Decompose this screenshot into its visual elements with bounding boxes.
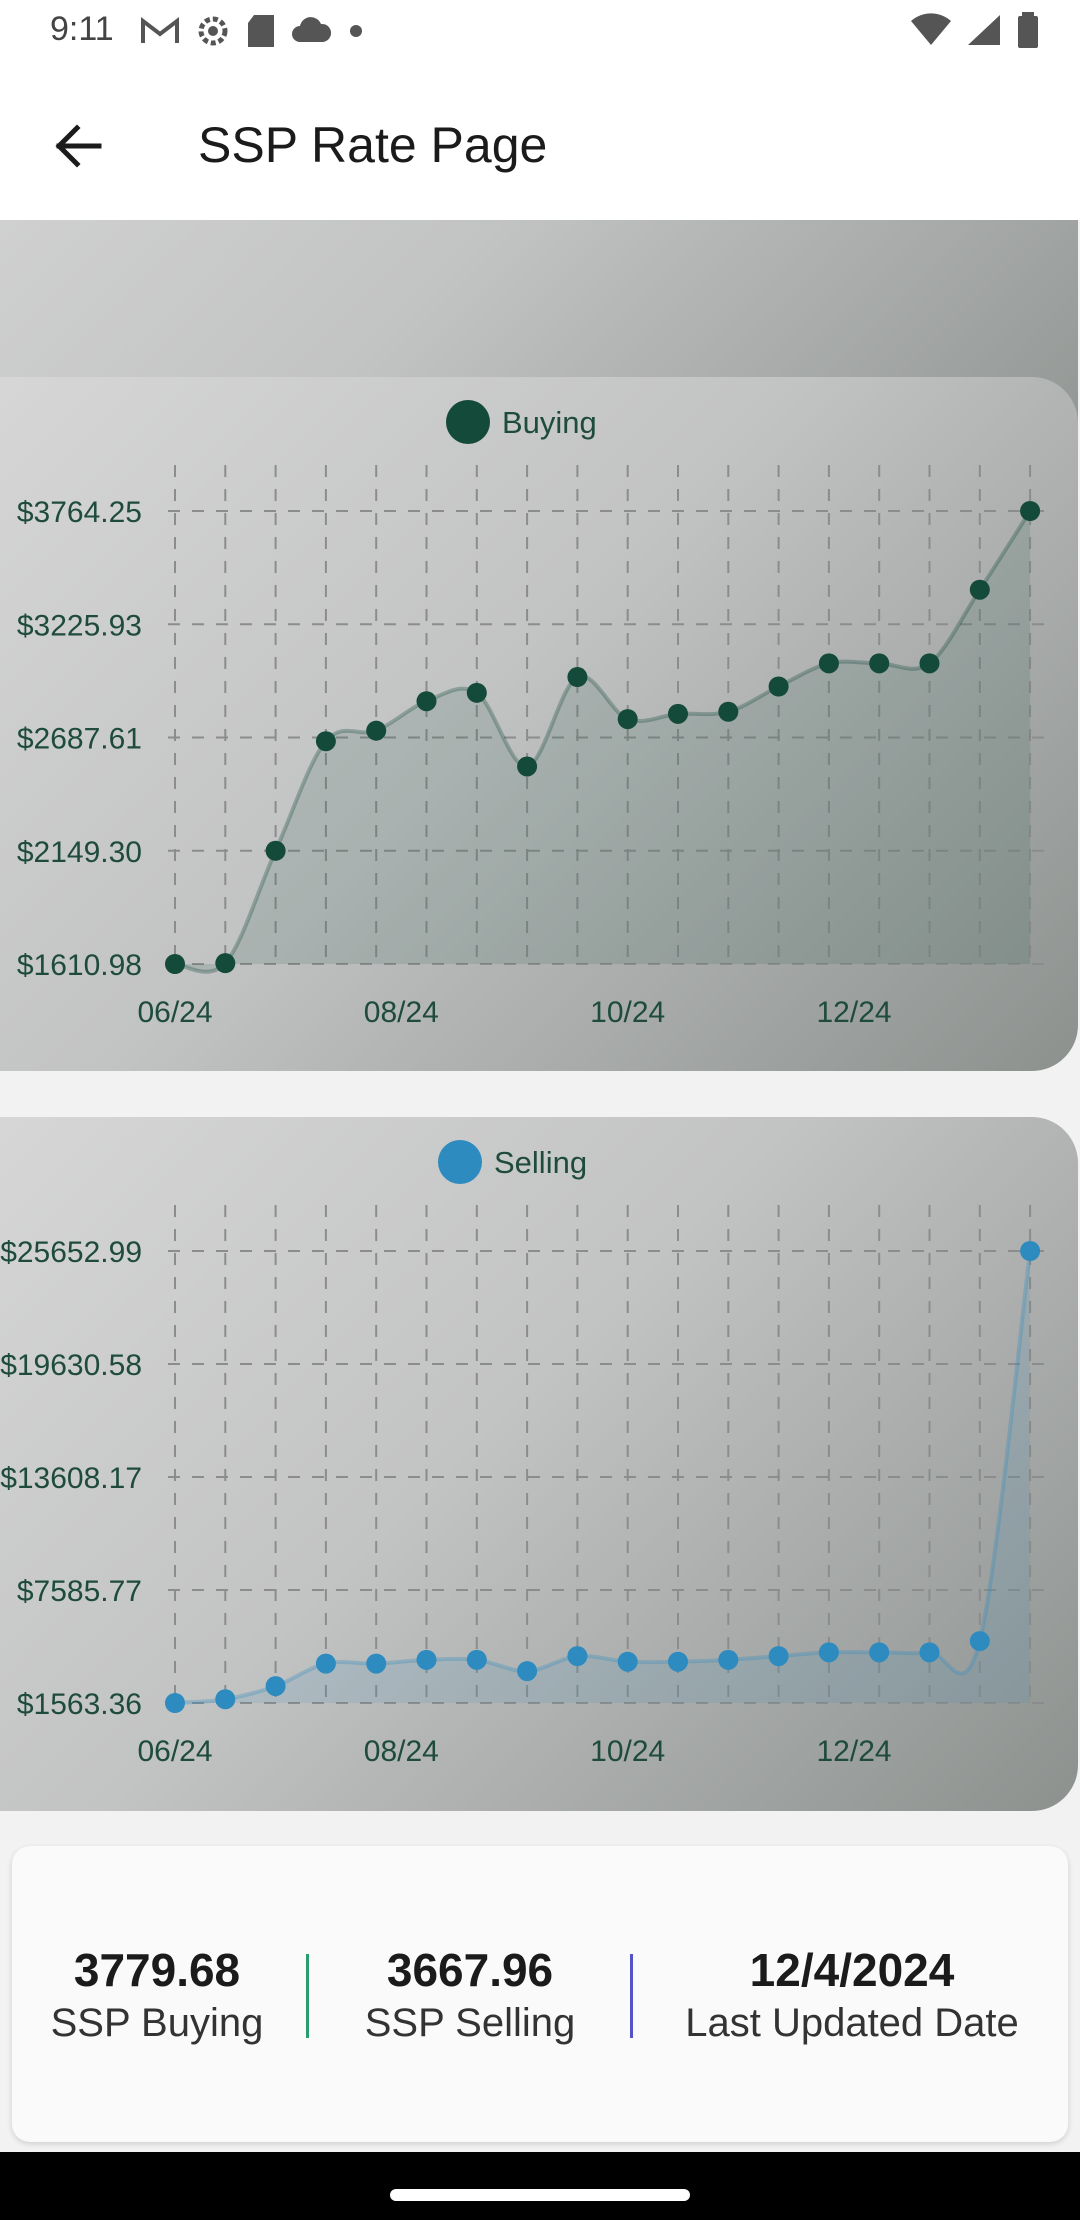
y-tick-label: $1563.36 (17, 1688, 142, 1721)
selling-chart: $1563.36 $7585.77 $13608.17 $19630.58 $25652… (0, 1140, 1055, 1768)
y-tick-label: $2687.61 (17, 723, 142, 756)
x-tick-label: 12/24 (817, 996, 892, 1029)
buying-chart: $1610.98 $2149.30 $2687.61 $3225.93 $3764.25… (17, 400, 1055, 1029)
app-bar: SSP Rate Page (0, 64, 1080, 220)
data-point (265, 1676, 286, 1697)
data-point (1020, 501, 1041, 521)
x-tick-label: 06/24 (137, 996, 212, 1029)
data-point (718, 1649, 739, 1670)
y-tick-label: $3764.25 (17, 496, 142, 529)
y-tick-label: $3225.93 (17, 609, 142, 642)
data-point (366, 1653, 387, 1674)
x-tick-label: 12/24 (817, 1735, 892, 1768)
system-nav-bar (0, 2152, 1080, 2220)
data-point (818, 1642, 839, 1663)
selling-chart-card: $1563.36 $7585.77 $13608.17 $19630.58 $25652… (0, 1117, 1078, 1811)
x-tick-label: 08/24 (364, 996, 439, 1029)
status-time: 9:11 (50, 10, 114, 48)
status-bar: 9:11 (0, 0, 1080, 64)
data-point (818, 653, 839, 674)
summary-selling-value: 3667.96 (386, 1943, 554, 1996)
data-point (969, 1631, 990, 1652)
data-point (567, 667, 588, 688)
dot-icon (350, 25, 362, 37)
data-point (1020, 1241, 1041, 1261)
y-tick-label: $7585.77 (17, 1575, 142, 1608)
data-point (919, 1642, 940, 1663)
summary-buying-value: 3779.68 (73, 1943, 241, 1996)
data-point (517, 756, 538, 777)
data-point (315, 1653, 336, 1674)
wifi-icon (911, 13, 951, 45)
y-tick-label: $25652.99 (0, 1236, 142, 1269)
summary-divider (306, 1954, 309, 2038)
summary-divider (630, 1954, 633, 2038)
data-point (668, 1651, 688, 1672)
summary-selling: 3667.96 SSP Selling (312, 1846, 628, 2142)
data-point (969, 579, 990, 600)
y-tick-label: $1610.98 (17, 949, 142, 982)
legend-label: Selling (494, 1145, 587, 1180)
data-point (215, 1689, 236, 1710)
y-tick-label: $19630.58 (0, 1349, 142, 1382)
buying-chart-card: $1610.98 $2149.30 $2687.61 $3225.93 $3764.25… (0, 377, 1078, 1071)
summary-buying: 3779.68 SSP Buying (12, 1846, 302, 2142)
y-tick-label: $13608.17 (0, 1462, 142, 1495)
summary-date-label: Last Updated Date (685, 2000, 1019, 2045)
arrow-left-icon (55, 124, 102, 168)
gmail-icon (141, 16, 179, 43)
data-point (869, 653, 890, 674)
data-point (165, 954, 185, 974)
legend-marker (446, 400, 490, 444)
summary-date-value: 12/4/2024 (749, 1943, 955, 1996)
data-point (617, 709, 638, 730)
page-title: SSP Rate Page (198, 117, 548, 173)
legend-marker (438, 1140, 482, 1184)
battery-icon (1018, 12, 1038, 48)
data-point (517, 1661, 538, 1682)
summary-selling-label: SSP Selling (364, 2000, 576, 2045)
series-area (175, 511, 1031, 972)
data-point (768, 676, 789, 697)
status-system-icons (910, 12, 1040, 48)
data-point (416, 691, 437, 712)
data-point (768, 1646, 789, 1667)
x-tick-label: 06/24 (137, 1735, 212, 1768)
cloud-icon (292, 17, 332, 42)
data-point (617, 1651, 638, 1672)
data-point (869, 1642, 890, 1663)
x-tick-label: 08/24 (364, 1735, 439, 1768)
data-point (416, 1649, 437, 1670)
signal-icon (968, 15, 1000, 45)
back-button[interactable] (40, 108, 116, 184)
data-point (366, 720, 387, 741)
legend-label: Buying (502, 405, 597, 440)
data-point (919, 653, 940, 674)
status-notification-icons (140, 12, 366, 50)
sd-card-icon (248, 15, 274, 47)
y-tick-label: $2149.30 (17, 836, 142, 869)
summary-last-updated: 12/4/2024 Last Updated Date (636, 1846, 1068, 2142)
data-point (265, 840, 286, 861)
data-point (165, 1693, 185, 1713)
data-point (466, 1649, 487, 1670)
data-point (315, 731, 336, 752)
x-tick-label: 10/24 (590, 1735, 665, 1768)
rate-summary-card: 3779.68 SSP Buying 3667.96 SSP Selling 1… (12, 1846, 1068, 2142)
settings-icon (198, 16, 228, 46)
data-point (215, 953, 236, 974)
data-point (567, 1646, 588, 1667)
x-tick-label: 10/24 (590, 996, 665, 1029)
summary-buying-label: SSP Buying (50, 2000, 264, 2045)
data-point (466, 682, 487, 703)
home-gesture-handle[interactable] (390, 2189, 690, 2201)
data-point (718, 701, 739, 722)
data-point (668, 703, 688, 724)
